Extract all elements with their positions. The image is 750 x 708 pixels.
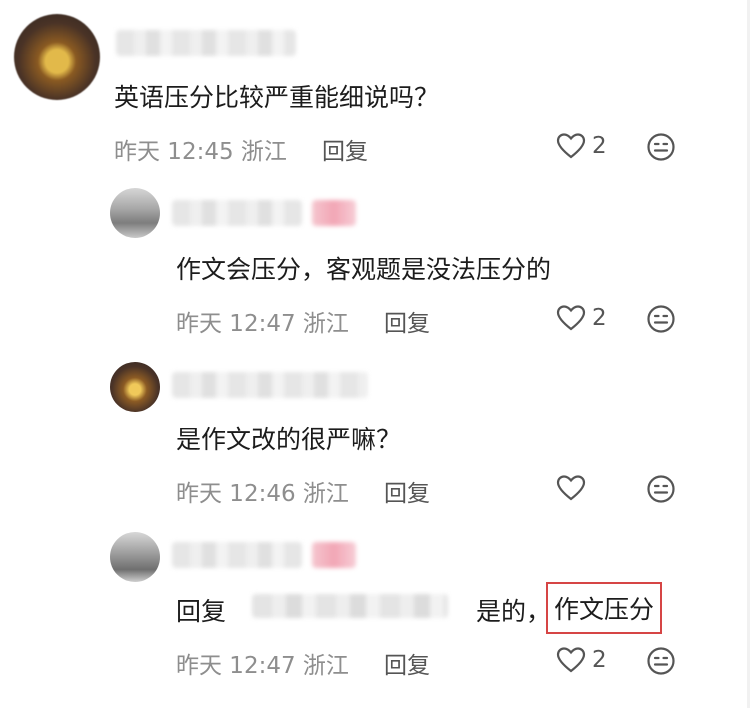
comment-meta: 昨天 12:45 浙江 — [114, 139, 287, 165]
emoji-face-icon[interactable] — [646, 132, 676, 162]
username-blurred[interactable] — [172, 372, 368, 398]
comment-meta: 昨天 12:46 浙江 — [176, 481, 349, 507]
heart-outline-icon — [556, 475, 586, 501]
username-blurred[interactable] — [172, 200, 302, 226]
comment-text: 英语压分比较严重能细说吗？ — [114, 83, 440, 112]
reply-button[interactable]: 回复 — [384, 304, 430, 338]
reply-prefix: 回复 — [176, 597, 227, 626]
avatar[interactable] — [110, 188, 160, 238]
username-blurred[interactable] — [172, 542, 302, 568]
like-count: 2 — [592, 133, 607, 159]
comment-text: 作文会压分，客观题是没法压分的 — [176, 255, 552, 284]
heart-outline-icon — [556, 133, 586, 159]
avatar[interactable] — [14, 14, 100, 100]
heart-outline-icon — [556, 647, 586, 673]
emoji-face-icon[interactable] — [646, 646, 676, 676]
comment-text: 是作文改的很严嘛？ — [176, 425, 402, 454]
reply-button[interactable]: 回复 — [322, 132, 368, 166]
reply-button[interactable]: 回复 — [384, 474, 430, 508]
heart-outline-icon — [556, 305, 586, 331]
emoji-face-icon[interactable] — [646, 474, 676, 504]
comment-meta: 昨天 12:47 浙江 — [176, 653, 349, 679]
reply-target-username-blurred[interactable] — [252, 594, 448, 618]
like-button[interactable]: 2 — [556, 304, 607, 332]
comment-text: 是的， — [476, 597, 552, 626]
comment-meta: 昨天 12:47 浙江 — [176, 311, 349, 337]
like-count: 2 — [592, 305, 607, 331]
emoji-face-icon[interactable] — [646, 304, 676, 334]
user-badge-blurred — [312, 200, 356, 226]
user-badge-blurred — [312, 542, 356, 568]
like-button[interactable]: 2 — [556, 132, 607, 160]
reply-button[interactable]: 回复 — [384, 646, 430, 680]
username-blurred[interactable] — [116, 30, 296, 56]
highlight-box: 作文压分 — [546, 582, 663, 634]
avatar[interactable] — [110, 362, 160, 412]
like-count: 2 — [592, 647, 607, 673]
like-button[interactable]: 2 — [556, 646, 607, 674]
avatar[interactable] — [110, 532, 160, 582]
like-button[interactable] — [556, 474, 592, 502]
